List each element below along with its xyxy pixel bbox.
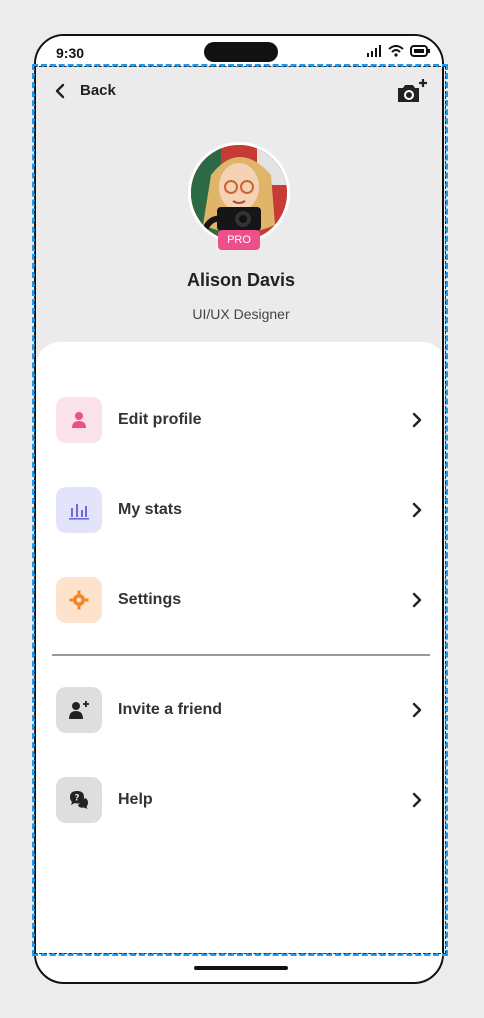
menu-item-label: Settings — [118, 591, 182, 608]
menu-item-my-stats[interactable]: My stats — [56, 486, 426, 534]
status-icons — [366, 45, 430, 57]
menu-item-help[interactable]: ? Help — [56, 776, 426, 824]
status-bar: 9:30 — [36, 36, 442, 68]
back-button[interactable]: Back — [54, 82, 116, 99]
menu-item-label: Help — [118, 791, 153, 808]
svg-text:?: ? — [74, 794, 79, 804]
chevron-left-icon — [55, 83, 65, 98]
profile-name: Alison Davis — [186, 270, 296, 290]
status-time: 9:30 — [56, 45, 85, 61]
battery-icon — [410, 45, 430, 57]
avatar — [188, 142, 290, 244]
chevron-right-icon — [412, 592, 422, 608]
chevron-right-icon — [412, 702, 422, 718]
home-indicator[interactable] — [194, 966, 288, 970]
phone-frame: 9:30 Back PRO Alison Davis UI/UX Designe… — [34, 34, 444, 984]
add-photo-button[interactable] — [396, 78, 428, 109]
camera-plus-icon — [398, 79, 427, 102]
menu-item-edit-profile[interactable]: Edit profile — [56, 396, 426, 444]
profile-role: UI/UX Designer — [192, 306, 290, 322]
gear-icon — [56, 577, 102, 623]
pro-badge: PRO — [218, 230, 260, 250]
menu-sheet: Edit profile My stats Settings Invite a … — [36, 342, 442, 962]
back-label: Back — [80, 82, 116, 99]
help-chat-icon: ? — [56, 777, 102, 823]
chevron-right-icon — [412, 502, 422, 518]
add-person-icon — [56, 687, 102, 733]
wifi-icon — [388, 45, 404, 57]
chevron-right-icon — [412, 792, 422, 808]
camera-notch — [204, 42, 278, 62]
top-bar: Back — [54, 79, 428, 106]
avatar-illustration — [191, 145, 287, 241]
signal-icon — [367, 45, 381, 57]
menu-item-label: Invite a friend — [118, 701, 223, 718]
bar-chart-icon — [56, 487, 102, 533]
menu-item-invite-friend[interactable]: Invite a friend — [56, 686, 426, 734]
profile-screen: Back PRO Alison Davis UI/UX Designer Edi… — [36, 66, 442, 962]
avatar-container[interactable]: PRO — [188, 142, 290, 250]
menu-item-settings[interactable]: Settings — [56, 576, 426, 624]
menu-item-label: Edit profile — [118, 411, 202, 428]
chevron-right-icon — [412, 412, 422, 428]
person-icon — [56, 397, 102, 443]
menu-divider — [52, 654, 430, 656]
menu-item-label: My stats — [118, 501, 183, 518]
